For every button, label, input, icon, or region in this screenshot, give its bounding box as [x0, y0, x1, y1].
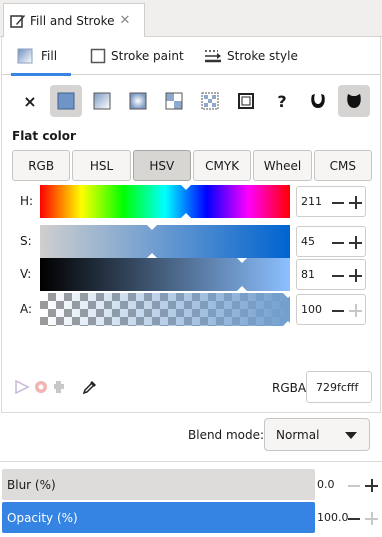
fill-and-stroke-panel: Fill Stroke paint Stroke style × ? Flat … — [1, 37, 381, 413]
linear-gradient-icon — [93, 92, 111, 110]
tab-fill[interactable]: Fill — [11, 37, 71, 76]
alpha-marker-bottom — [283, 321, 290, 326]
fill-and-stroke-icon — [10, 14, 25, 28]
chevron-down-icon — [345, 432, 357, 439]
value-marker-bottom — [237, 286, 247, 291]
blend-mode-select[interactable]: Normal — [264, 418, 370, 451]
hue-label: H: — [20, 194, 34, 208]
color-tools — [14, 377, 98, 397]
opacity-row: Opacity (%) 100.0 — [2, 502, 382, 535]
fill-rule-nonzero-button[interactable] — [338, 85, 370, 117]
saturation-decrement-icon[interactable] — [332, 242, 344, 244]
tab-fill-label: Fill — [41, 49, 58, 63]
alpha-spinbutton[interactable]: 100 — [296, 294, 366, 325]
no-paint-button[interactable]: × — [14, 85, 46, 117]
hue-row: H: 211 — [2, 185, 380, 219]
hue-marker-top — [181, 185, 191, 190]
mode-hsl-button[interactable]: HSL — [72, 150, 131, 181]
opacity-slider[interactable]: Opacity (%) — [2, 502, 315, 533]
rgba-input[interactable]: 729fcfff — [306, 371, 372, 403]
pattern-button[interactable] — [194, 85, 226, 117]
opacity-value[interactable]: 100.0 — [317, 511, 349, 524]
blur-label: Blur (%) — [7, 478, 56, 492]
mode-rgb-button[interactable]: RGB — [12, 150, 71, 181]
fill-stroke-notebook-tabs: Fill Stroke paint Stroke style — [2, 37, 380, 76]
out-of-gamut-icon — [35, 381, 47, 393]
unset-paint-label: ? — [277, 91, 287, 111]
color-mode-switcher: RGB HSL HSV CMYK Wheel CMS — [12, 150, 372, 181]
value-row: V: 81 — [2, 258, 380, 292]
saturation-row: S: 45 — [2, 225, 380, 259]
swatch-button[interactable] — [230, 85, 262, 117]
close-tab-icon[interactable]: ✕ — [119, 13, 130, 28]
blur-row: Blur (%) 0.0 — [2, 469, 382, 502]
linear-gradient-button[interactable] — [86, 85, 118, 117]
color-managed-icon — [15, 379, 30, 395]
mode-wheel-button[interactable]: Wheel — [253, 150, 312, 181]
flat-color-icon — [57, 92, 75, 110]
alpha-marker-top — [283, 293, 290, 298]
fill-icon — [17, 48, 33, 64]
radial-gradient-icon — [129, 92, 147, 110]
blur-decrement-icon — [348, 485, 360, 487]
stroke-paint-icon — [90, 48, 106, 64]
color-picker-icon[interactable] — [82, 379, 98, 395]
value-marker-top — [237, 258, 247, 263]
tab-stroke-paint-label: Stroke paint — [111, 49, 184, 63]
hue-decrement-icon[interactable] — [332, 202, 344, 204]
dock-tab-bar: Fill and Stroke ✕ — [0, 0, 382, 37]
blur-value[interactable]: 0.0 — [317, 478, 335, 491]
rgba-label: RGBA: — [272, 381, 310, 395]
flat-color-button[interactable] — [50, 85, 82, 117]
fill-rule-evenodd-icon — [311, 94, 325, 108]
saturation-slider[interactable] — [40, 225, 290, 258]
fill-rule-nonzero-icon — [347, 94, 361, 108]
saturation-value: 45 — [301, 235, 315, 248]
tab-stroke-style-label: Stroke style — [227, 49, 298, 63]
swatch-icon — [238, 93, 254, 109]
mode-cms-button[interactable]: CMS — [313, 150, 372, 181]
fill-rule-evenodd-button[interactable] — [302, 85, 334, 117]
opacity-decrement-icon[interactable] — [348, 518, 360, 520]
alpha-slider[interactable] — [40, 293, 290, 326]
saturation-label: S: — [20, 234, 32, 248]
unset-paint-button[interactable]: ? — [266, 85, 298, 117]
saturation-spinbutton[interactable]: 45 — [296, 226, 366, 257]
value-label: V: — [20, 267, 32, 281]
value-decrement-icon[interactable] — [332, 275, 344, 277]
separator — [0, 461, 382, 462]
alpha-label: A: — [20, 302, 33, 316]
mode-cmyk-button[interactable]: CMYK — [192, 150, 252, 181]
blend-mode-label: Blend mode: — [188, 428, 265, 442]
hue-spinbutton[interactable]: 211 — [296, 186, 366, 217]
blur-slider[interactable]: Blur (%) — [2, 469, 315, 500]
blend-mode-value: Normal — [276, 428, 320, 442]
too-much-ink-icon — [54, 381, 64, 393]
alpha-row: A: 100 — [2, 293, 380, 327]
alpha-decrement-icon[interactable] — [332, 310, 344, 312]
value-spinbutton[interactable]: 81 — [296, 259, 366, 290]
hue-slider[interactable] — [40, 185, 290, 218]
value-value: 81 — [301, 268, 315, 281]
no-paint-label: × — [23, 91, 37, 111]
paint-type-row: × ? — [2, 85, 380, 119]
tab-stroke-style[interactable]: Stroke style — [204, 37, 304, 75]
hue-value: 211 — [301, 195, 322, 208]
value-slider[interactable] — [40, 258, 290, 291]
pattern-icon — [201, 92, 219, 110]
fill-and-stroke-tab[interactable]: Fill and Stroke ✕ — [3, 3, 145, 37]
alpha-value: 100 — [301, 303, 322, 316]
tab-stroke-paint[interactable]: Stroke paint — [90, 37, 190, 75]
mesh-gradient-icon — [165, 92, 183, 110]
opacity-label: Opacity (%) — [7, 511, 78, 525]
tab-title: Fill and Stroke — [30, 13, 115, 28]
radial-gradient-button[interactable] — [122, 85, 154, 117]
saturation-marker-top — [147, 225, 157, 230]
stroke-style-icon — [205, 50, 221, 63]
flat-color-label: Flat color — [12, 129, 76, 143]
mesh-gradient-button[interactable] — [158, 85, 190, 117]
hue-marker-bottom — [181, 213, 191, 218]
mode-hsv-button[interactable]: HSV — [132, 150, 191, 181]
